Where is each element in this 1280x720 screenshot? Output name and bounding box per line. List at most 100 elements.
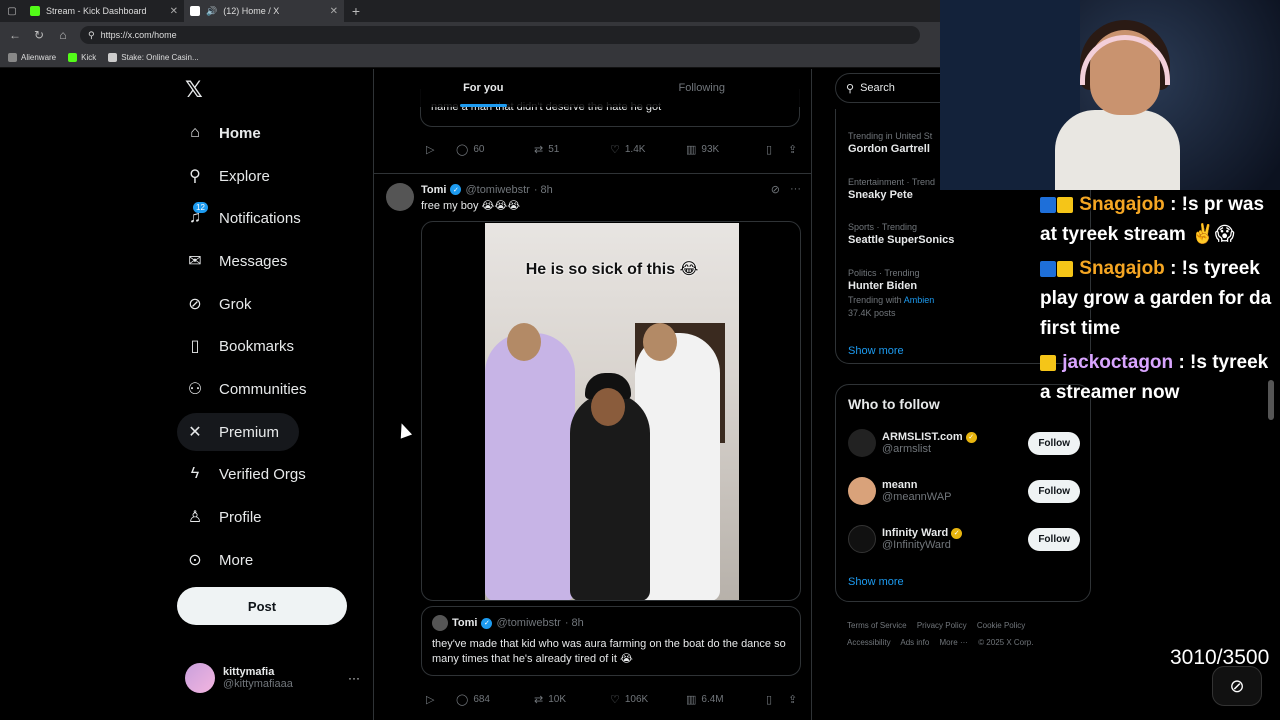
follow-button[interactable]: Follow — [1028, 431, 1080, 455]
close-tab-icon[interactable]: ✕ — [330, 6, 338, 17]
nav-profile[interactable]: ♙ Profile — [185, 502, 262, 532]
avatar[interactable] — [386, 183, 414, 211]
show-more-link[interactable]: Show more — [848, 345, 904, 357]
show-more-link[interactable]: Show more — [848, 576, 904, 588]
views-button[interactable]: ▥ 93K — [686, 143, 766, 156]
speaker-icon[interactable]: 🔊 — [206, 6, 217, 17]
trend-item[interactable]: Trending in United St Gordon Gartrell — [848, 131, 932, 155]
search-placeholder: Search — [860, 82, 895, 94]
nav-grok[interactable]: ⊘ Grok — [185, 289, 251, 319]
footer-link[interactable]: Terms of Service — [847, 621, 907, 630]
bookmark-icon[interactable]: ▯ — [766, 143, 788, 156]
grok-explain-icon[interactable]: ⊘ — [771, 183, 780, 196]
nav-premium[interactable]: ✕ Premium — [185, 417, 279, 447]
video-frame[interactable]: He is so sick of this 😂 — [485, 223, 739, 600]
tweet-video[interactable]: He is so sick of this 😂 — [421, 221, 801, 601]
stake-icon — [108, 53, 118, 62]
trend-item[interactable]: Sports · Trending Seattle SuperSonics — [848, 222, 954, 246]
account-switcher[interactable]: kittymafia @kittymafiaaa ··· — [185, 663, 360, 693]
reply-button[interactable]: ◯ 684 — [456, 693, 534, 706]
chat-username: jackoctagon — [1062, 352, 1174, 373]
nav-communities[interactable]: ⚇ Communities — [185, 374, 307, 404]
bookmark-icon[interactable]: ▯ — [766, 693, 788, 706]
bookmarks-bar: Alienware Kick Stake: Online Casin... — [0, 48, 940, 68]
play-icon[interactable]: ▷ — [426, 693, 456, 706]
back-arrow-icon[interactable]: ← — [8, 28, 22, 42]
grok-floating-button[interactable]: ⊘ — [1212, 666, 1262, 706]
reload-icon[interactable]: ↻ — [32, 28, 46, 42]
address-bar-row: ← ↻ ⌂ ⚲ https://x.com/home — [0, 22, 940, 48]
mail-icon: ✉ — [188, 253, 202, 270]
trend-item[interactable]: Entertainment · Trend Sneaky Pete — [848, 177, 935, 201]
nav-home[interactable]: ⌂ Home — [185, 118, 261, 148]
scrollbar[interactable] — [1268, 380, 1274, 420]
suggestion-name: ARMSLIST.com — [882, 431, 963, 443]
reply-count: 60 — [473, 144, 485, 155]
crown-icon — [1057, 260, 1073, 277]
bookmark-stake[interactable]: Stake: Online Casin... — [108, 53, 199, 62]
tab-following[interactable]: Following — [593, 69, 812, 107]
footer-link[interactable]: Accessibility — [847, 638, 891, 647]
follow-button[interactable]: Follow — [1028, 527, 1080, 551]
trend-category: Trending in United St — [848, 131, 933, 141]
x-logo-icon[interactable]: 𝕏 — [185, 77, 203, 103]
bookmark-alienware[interactable]: Alienware — [8, 53, 56, 62]
follow-suggestion[interactable]: Infinity Ward ✓ @InfinityWard Follow — [848, 525, 1080, 553]
browser-tab-kick[interactable]: Stream - Kick Dashboard ✕ — [24, 0, 184, 22]
nav-label: Notifications — [219, 209, 301, 227]
site-info-icon[interactable]: ⚲ — [88, 30, 95, 41]
close-tab-icon[interactable]: ✕ — [170, 6, 178, 17]
views-button[interactable]: ▥ 6.4M — [686, 693, 766, 706]
chat-message: Snagajob : !s pr was at tyreek stream ✌️… — [1040, 190, 1280, 250]
nav-label: Home — [219, 124, 261, 142]
quoted-tweet[interactable]: Tomi ✓ @tomiwebstr · 8h they've made tha… — [421, 606, 801, 676]
play-icon[interactable]: ▷ — [426, 143, 456, 156]
author-handle[interactable]: @tomiwebstr — [465, 184, 529, 196]
trending-with-link[interactable]: Ambien — [904, 295, 935, 305]
nav-verified-orgs[interactable]: ϟ Verified Orgs — [185, 459, 306, 489]
repost-button[interactable]: ⇄ 51 — [534, 143, 610, 156]
share-icon[interactable]: ⇪ — [788, 693, 797, 706]
footer-link[interactable]: Cookie Policy — [977, 621, 1025, 630]
verified-badge-icon: ✓ — [951, 527, 963, 539]
bookmark-label: Stake: Online Casin... — [121, 53, 199, 62]
follow-suggestion[interactable]: meann @meannWAP Follow — [848, 477, 1080, 505]
suggestion-handle: @meannWAP — [882, 491, 952, 503]
divider — [374, 173, 811, 174]
author-name[interactable]: Tomi — [421, 184, 446, 196]
repost-button[interactable]: ⇄ 10K — [534, 693, 610, 706]
trend-item[interactable]: Politics · Trending Hunter Biden Trendin… — [848, 268, 934, 318]
tab-title: (12) Home / X — [223, 6, 280, 16]
share-icon[interactable]: ⇪ — [788, 143, 797, 156]
like-button[interactable]: ♡ 106K — [610, 693, 686, 706]
more-dots-icon[interactable]: ··· — [348, 671, 360, 685]
follow-button[interactable]: Follow — [1028, 479, 1080, 503]
home-icon[interactable]: ⌂ — [56, 28, 70, 42]
new-tab-button[interactable]: + — [344, 3, 368, 19]
nav-more[interactable]: ⊙ More — [185, 545, 253, 575]
tab-actions-icon[interactable]: ▢ — [0, 0, 24, 22]
nav-label: More — [219, 551, 254, 569]
tab-for-you[interactable]: For you — [374, 69, 593, 107]
like-button[interactable]: ♡ 1.4K — [610, 143, 686, 156]
nav-notifications[interactable]: ♫ 12 Notifications — [185, 202, 301, 233]
follow-suggestion[interactable]: ARMSLIST.com ✓ @armslist Follow — [848, 429, 1080, 457]
footer-link[interactable]: Ads info — [900, 638, 929, 647]
post-button[interactable]: Post — [177, 587, 347, 625]
reply-button[interactable]: ◯ 60 — [456, 143, 534, 156]
footer-link[interactable]: Privacy Policy — [917, 621, 967, 630]
bookmark-kick[interactable]: Kick — [68, 53, 96, 62]
bookmark-label: Alienware — [21, 53, 57, 62]
url-field[interactable]: ⚲ https://x.com/home — [80, 26, 920, 44]
trend-category: Entertainment · Trend — [848, 177, 936, 187]
tweet-time[interactable]: · 8h — [534, 184, 553, 196]
nav-messages[interactable]: ✉ Messages — [185, 246, 287, 276]
footer-links: Terms of Service Privacy Policy Cookie P… — [847, 617, 1087, 651]
more-dots-icon[interactable]: ··· — [790, 183, 801, 196]
nav-bookmarks[interactable]: ▯ Bookmarks — [185, 331, 294, 361]
suggestion-handle: @InfinityWard — [882, 539, 951, 551]
browser-tab-x[interactable]: 🔊 (12) Home / X ✕ — [184, 0, 344, 22]
nav-explore[interactable]: ⚲ Explore — [185, 161, 270, 191]
footer-link[interactable]: More ··· — [940, 638, 968, 647]
crown-icon — [1040, 354, 1056, 371]
